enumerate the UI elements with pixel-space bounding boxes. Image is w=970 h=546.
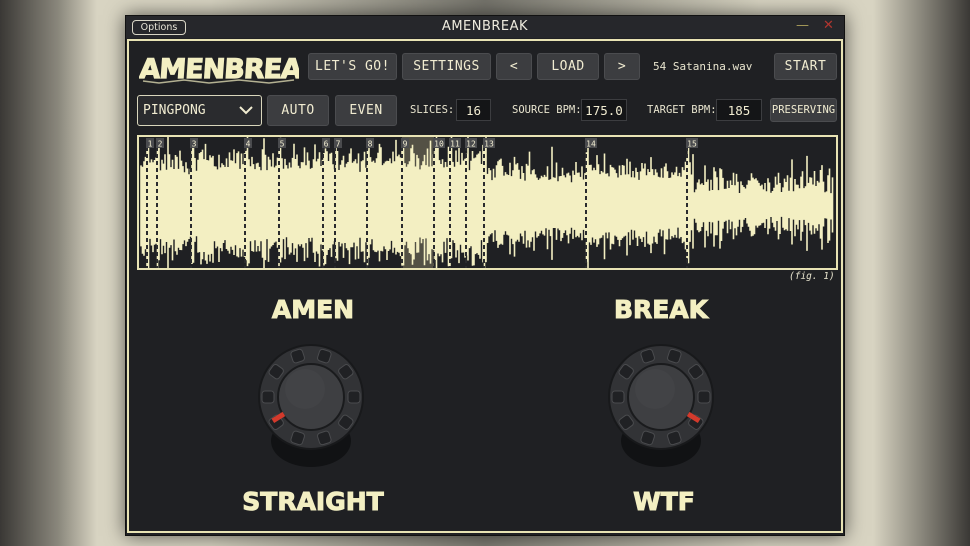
slice-marker-label: 3 [192, 140, 197, 149]
svg-text:STRAIGHT: STRAIGHT [242, 487, 383, 516]
load-button[interactable]: LOAD [537, 53, 599, 80]
mode-select-value: PINGPONG [143, 103, 206, 118]
slice-marker-label: 11 [450, 140, 460, 149]
slice-marker-label: 1 [148, 140, 153, 149]
svg-text:BREAK: BREAK [614, 295, 710, 324]
knob-cap-highlight [285, 369, 325, 409]
source-bpm-field[interactable]: 175.0 [581, 99, 627, 121]
target-bpm-field[interactable]: 185 [716, 99, 762, 121]
mode-select[interactable]: PINGPONG [137, 95, 262, 126]
preserving-button[interactable]: PRESERVING [770, 98, 837, 122]
knob-grip-notch [261, 390, 275, 404]
svg-text:WTF: WTF [633, 487, 695, 516]
waveform-canvas: 1 2 3 4 5 6 7 8 9 10 11 12 13 14 15 [140, 137, 834, 268]
svg-text:AMEN: AMEN [272, 295, 354, 324]
knob-grip-notch [347, 390, 361, 404]
slice-marker-label: 6 [324, 140, 329, 149]
lets-go-button[interactable]: LET'S GO! [308, 53, 397, 80]
amen-straight-knob[interactable] [251, 339, 371, 475]
minimize-button[interactable]: — [796, 18, 809, 33]
slice-marker-label: 15 [687, 140, 697, 149]
target-bpm-label: TARGET BPM: [647, 104, 717, 116]
slice-marker-label: 9 [403, 140, 408, 149]
slice-marker-label: 5 [280, 140, 285, 149]
source-bpm-label: SOURCE BPM: [512, 104, 582, 116]
slices-label: SLICES: [410, 104, 455, 116]
chevron-down-icon [239, 106, 253, 115]
svg-text:AMENBREAK: AMENBREAK [139, 54, 299, 85]
slice-marker-label: 12 [466, 140, 476, 149]
start-button[interactable]: START [774, 53, 837, 80]
settings-button[interactable]: SETTINGS [402, 53, 491, 80]
knob-cap-highlight [635, 369, 675, 409]
waveform-display[interactable]: 1 2 3 4 5 6 7 8 9 10 11 12 13 14 15 [137, 135, 838, 270]
slice-marker-label: 8 [368, 140, 373, 149]
slice-marker-label: 4 [246, 140, 251, 149]
even-button[interactable]: EVEN [335, 95, 397, 126]
app-window: Options AMENBREAK — ✕ AMENBREAK LET'S GO… [125, 15, 845, 536]
figure-caption: (fig. 1) [789, 271, 835, 282]
window-title: AMENBREAK [441, 19, 529, 34]
break-knob-title: BREAK [613, 295, 710, 325]
title-bar: Options AMENBREAK — ✕ [126, 16, 844, 38]
close-button[interactable]: ✕ [823, 18, 834, 33]
slice-marker-label: 10 [434, 140, 444, 149]
next-file-button[interactable]: > [604, 53, 640, 80]
amen-knob-title: AMEN [271, 295, 354, 325]
slices-field[interactable]: 16 [456, 99, 491, 121]
slice-marker-label: 13 [484, 140, 494, 149]
straight-label: STRAIGHT [242, 487, 384, 517]
auto-button[interactable]: AUTO [267, 95, 329, 126]
amenbreak-logo: AMENBREAK [139, 53, 299, 85]
slice-marker-label: 7 [336, 140, 341, 149]
slice-marker-label: 14 [586, 140, 596, 149]
break-wtf-knob[interactable] [601, 339, 721, 475]
wtf-label: WTF [633, 487, 696, 517]
knob-grip-notch [697, 390, 711, 404]
plugin-panel: AMENBREAK LET'S GO! SETTINGS < LOAD > 54… [127, 39, 843, 533]
knob-grip-notch [611, 390, 625, 404]
prev-file-button[interactable]: < [496, 53, 532, 80]
file-name-label: 54 Satanina.wav [653, 60, 753, 73]
slice-marker-label: 2 [158, 140, 163, 149]
